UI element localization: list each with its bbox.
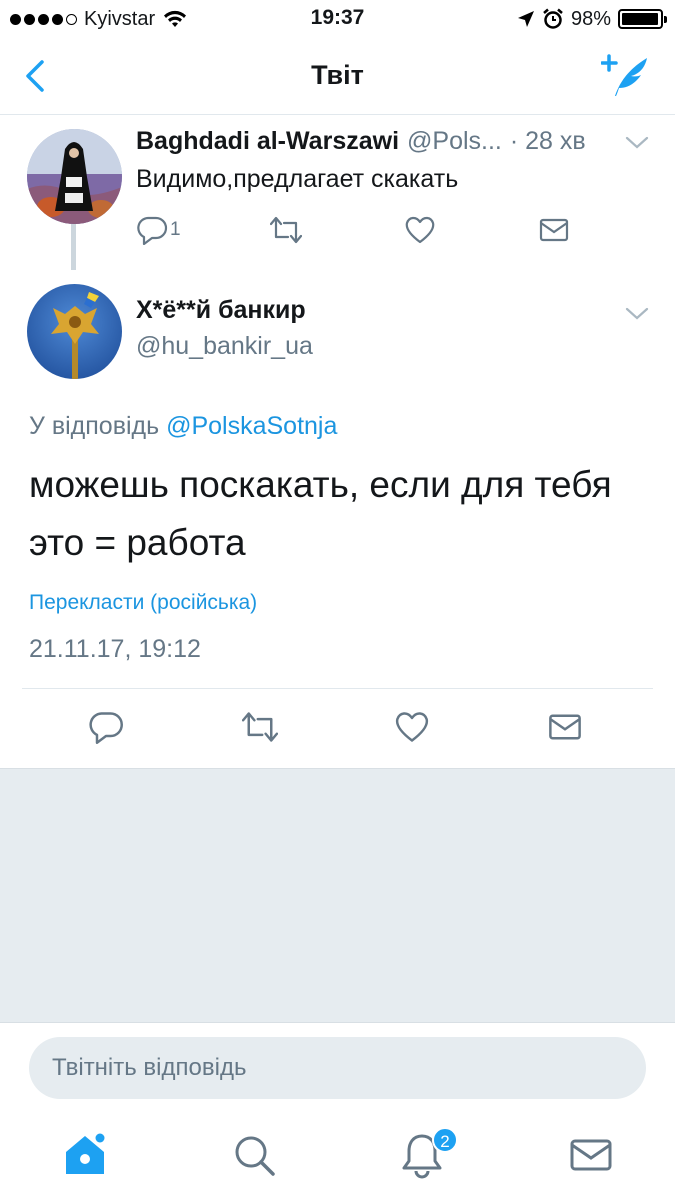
location-arrow-icon: [517, 11, 534, 27]
tweet-actions: 1: [136, 215, 576, 251]
author-name[interactable]: Baghdadi al-Warszawi: [136, 127, 399, 156]
home-icon[interactable]: [60, 1130, 110, 1180]
tab-bar: [0, 1112, 675, 1200]
retweet-button[interactable]: [270, 215, 302, 245]
chevron-down-icon[interactable]: [625, 135, 649, 151]
tweet-header: Baghdadi al-Warszawi @Pols... · 28 хв: [136, 127, 645, 156]
chevron-down-icon[interactable]: [625, 306, 649, 322]
nav-bar: Твіт: [0, 38, 675, 115]
divider: [22, 688, 653, 689]
avatar[interactable]: [27, 284, 122, 379]
tweet-text: можешь поскакать, если для тебя это = ра…: [29, 464, 612, 563]
notifications-badge: 2: [432, 1127, 458, 1153]
empty-replies-area: [0, 768, 675, 1022]
page-title: Твіт: [311, 60, 364, 90]
reply-icon[interactable]: [88, 710, 124, 744]
tweet-time: · 28 хв: [509, 127, 586, 155]
direct-message-button[interactable]: [538, 215, 570, 245]
reply-to-mention[interactable]: @PolskaSotnja: [166, 412, 337, 440]
parent-tweet[interactable]: Baghdadi al-Warszawi @Pols... · 28 хв Ви…: [0, 115, 675, 270]
reply-button[interactable]: 1: [136, 215, 181, 245]
status-bar: Kyivstar 19:37 98%: [0, 0, 675, 38]
author-handle[interactable]: @Pols...: [407, 127, 502, 156]
tweet-text: Видимо,предлагает скакать: [136, 165, 459, 193]
reply-composer: Твітніть відповідь: [0, 1022, 675, 1112]
reply-to-label: У відповідь: [29, 412, 160, 440]
heart-icon: [405, 216, 435, 244]
thread-line: [71, 224, 76, 270]
reply-count: 1: [170, 219, 181, 240]
alarm-clock-icon: [543, 8, 563, 29]
retweet-icon: [270, 216, 302, 244]
envelope-icon: [539, 218, 569, 242]
retweet-icon[interactable]: [242, 710, 278, 744]
envelope-icon[interactable]: [547, 710, 583, 744]
reply-context: У відповідь @PolskaSotnja: [29, 412, 337, 441]
like-button[interactable]: [404, 215, 436, 245]
heart-icon[interactable]: [394, 710, 430, 744]
focused-tweet: Х*ё**й банкир @hu_bankir_ua У відповідь …: [0, 268, 675, 768]
status-right: 98%: [517, 6, 667, 32]
battery-percent: 98%: [570, 7, 611, 30]
tweet-timestamp: 21.11.17, 19:12: [29, 635, 201, 663]
author-name[interactable]: Х*ё**й банкир: [136, 296, 306, 325]
battery-icon: [618, 9, 667, 29]
reply-input[interactable]: Твітніть відповідь: [29, 1037, 646, 1099]
translate-link[interactable]: Перекласти (російська): [29, 591, 257, 615]
avatar[interactable]: [27, 129, 122, 224]
compose-tweet-icon[interactable]: [601, 54, 651, 98]
tweet-actions: [0, 708, 675, 748]
envelope-icon[interactable]: [566, 1130, 616, 1180]
reply-icon: [137, 216, 168, 245]
search-icon[interactable]: [229, 1130, 279, 1180]
author-handle[interactable]: @hu_bankir_ua: [136, 332, 313, 361]
battery-fill: [622, 13, 659, 25]
